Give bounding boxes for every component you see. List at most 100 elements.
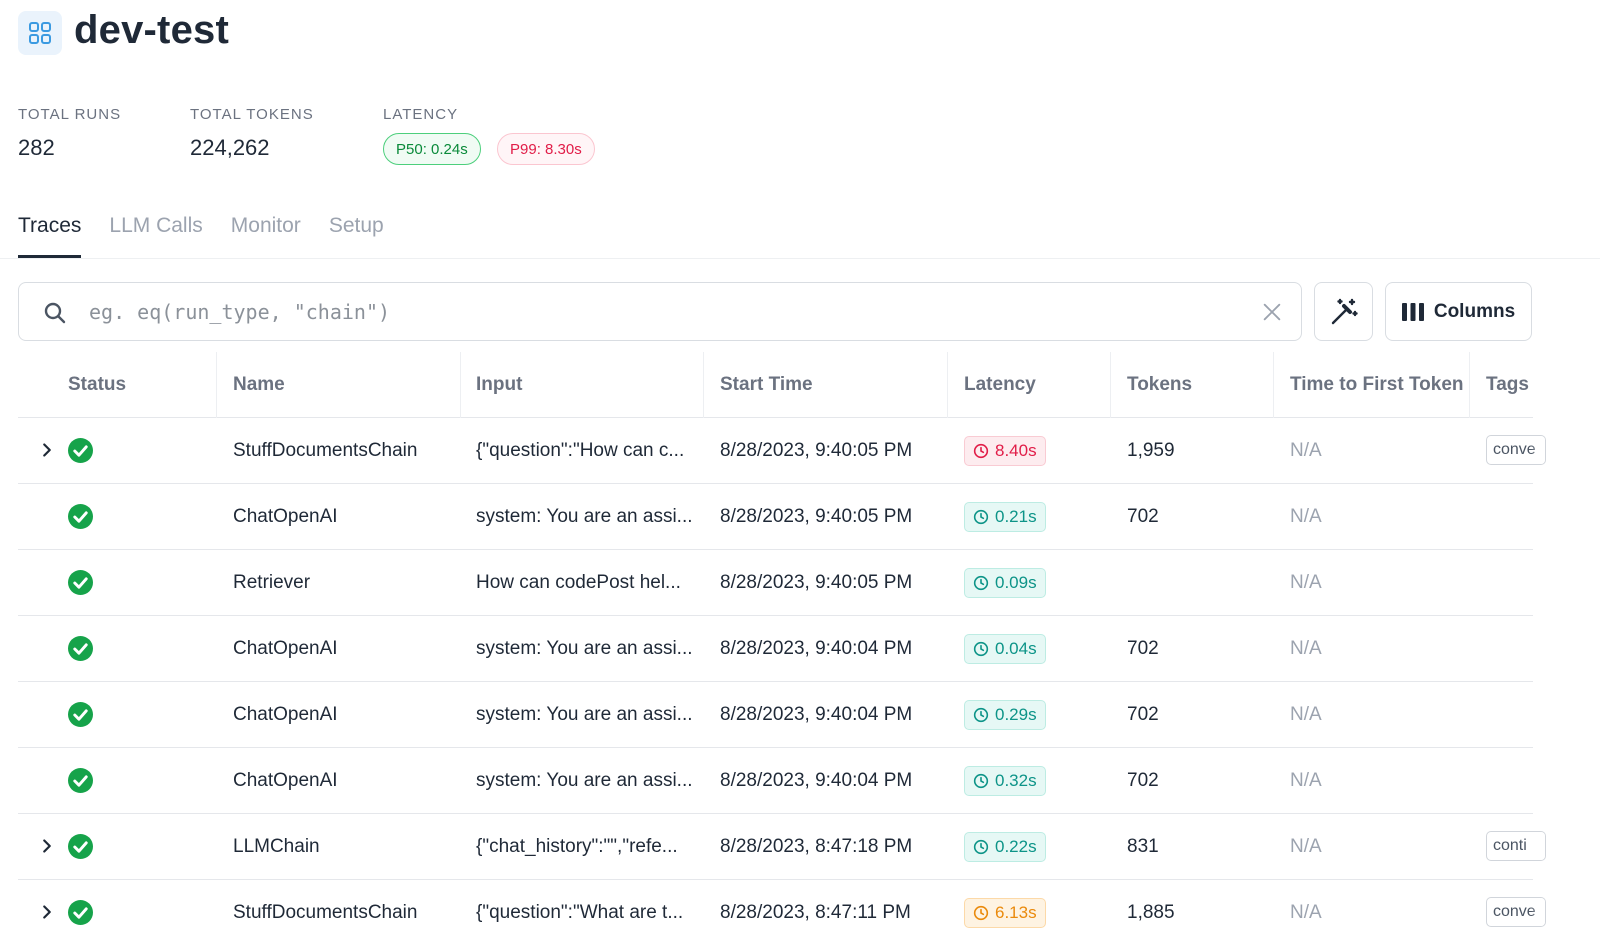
tab-bar: Traces LLM Calls Monitor Setup xyxy=(18,214,384,258)
p50-latency-badge: P50: 0.24s xyxy=(383,133,481,165)
clock-icon xyxy=(973,443,989,459)
table-row[interactable]: Retriever How can codePost hel... 8/28/202… xyxy=(18,550,1533,616)
success-check-icon xyxy=(68,570,93,595)
column-header-tags[interactable]: Tags xyxy=(1486,352,1529,418)
search-icon xyxy=(44,302,66,324)
row-time-to-first-token: N/A xyxy=(1290,439,1322,461)
row-time-to-first-token: N/A xyxy=(1290,769,1322,791)
column-header-latency[interactable]: Latency xyxy=(964,352,1036,418)
row-input: system: You are an assi... xyxy=(476,703,693,725)
row-name[interactable]: LLMChain xyxy=(233,814,320,879)
row-input: {"question":"What are t... xyxy=(476,901,684,923)
search-box xyxy=(18,282,1302,341)
row-tokens: 702 xyxy=(1127,769,1159,791)
column-header-start-time[interactable]: Start Time xyxy=(720,352,813,418)
column-header-status[interactable]: Status xyxy=(68,352,126,418)
column-header-tokens[interactable]: Tokens xyxy=(1127,352,1192,418)
column-header-name[interactable]: Name xyxy=(233,352,285,418)
traces-table: Status Name Input Start Time Latency Tok… xyxy=(18,352,1546,930)
row-input: system: You are an assi... xyxy=(476,505,693,527)
row-time-to-first-token: N/A xyxy=(1290,505,1322,527)
latency-value: 0.21s xyxy=(995,506,1037,526)
row-latency: 6.13s xyxy=(964,880,1046,930)
row-time-to-first-token: N/A xyxy=(1290,637,1322,659)
column-divider xyxy=(216,352,217,418)
search-input[interactable] xyxy=(89,293,1249,331)
table-row[interactable]: ChatOpenAI system: You are an assi... 8/28… xyxy=(18,748,1533,814)
row-tokens: 1,885 xyxy=(1127,901,1175,923)
tag-chip[interactable]: conve xyxy=(1486,897,1546,927)
tab-llm-calls[interactable]: LLM Calls xyxy=(109,214,202,258)
columns-icon xyxy=(1401,302,1424,321)
row-latency: 0.04s xyxy=(964,616,1046,681)
row-name[interactable]: ChatOpenAI xyxy=(233,682,338,747)
table-row[interactable]: ChatOpenAI system: You are an assi... 8/28… xyxy=(18,484,1533,550)
row-start-time: 8/28/2023, 9:40:05 PM xyxy=(720,505,913,527)
success-check-icon xyxy=(68,504,93,529)
success-check-icon xyxy=(68,900,93,925)
latency-badge: 0.04s xyxy=(964,633,1046,664)
row-input: {"chat_history":"","refe... xyxy=(476,835,678,857)
tabs-divider xyxy=(0,258,1600,259)
row-latency: 0.32s xyxy=(964,748,1046,813)
tag-chip[interactable]: conve xyxy=(1486,435,1546,465)
row-latency: 0.21s xyxy=(964,484,1046,549)
clock-icon xyxy=(973,905,989,921)
columns-label: Columns xyxy=(1433,300,1516,322)
tab-traces[interactable]: Traces xyxy=(18,214,82,258)
chevron-right-icon[interactable] xyxy=(36,439,58,461)
magic-wand-icon xyxy=(1331,298,1358,324)
latency-value: 0.04s xyxy=(995,638,1037,658)
success-check-icon xyxy=(68,636,93,661)
total-tokens-value: 224,262 xyxy=(190,135,270,160)
columns-button[interactable]: Columns xyxy=(1385,282,1532,341)
tab-setup[interactable]: Setup xyxy=(329,214,384,258)
row-name[interactable]: ChatOpenAI xyxy=(233,484,338,549)
row-tokens: 702 xyxy=(1127,505,1159,527)
clock-icon xyxy=(973,773,989,789)
table-row[interactable]: StuffDocumentsChain {"question":"How can … xyxy=(18,418,1546,484)
latency-value: 0.22s xyxy=(995,836,1037,856)
total-runs-label: TOTAL RUNS xyxy=(18,106,122,123)
row-input: How can codePost hel... xyxy=(476,571,681,593)
row-latency: 8.40s xyxy=(964,418,1046,483)
total-runs-value: 282 xyxy=(18,135,55,160)
row-name[interactable]: StuffDocumentsChain xyxy=(233,880,417,930)
column-header-time-to-first-token[interactable]: Time to First Token xyxy=(1290,352,1464,418)
row-name[interactable]: Retriever xyxy=(233,550,310,615)
latency-label: LATENCY xyxy=(383,106,459,123)
latency-badge: 0.21s xyxy=(964,501,1046,532)
latency-value: 8.40s xyxy=(995,440,1037,460)
table-row[interactable]: LLMChain {"chat_history":"","refe... 8/28/… xyxy=(18,814,1546,880)
column-header-input[interactable]: Input xyxy=(476,352,522,418)
ai-query-button[interactable] xyxy=(1314,282,1373,341)
column-divider xyxy=(1469,352,1470,418)
table-row[interactable]: StuffDocumentsChain {"question":"What are… xyxy=(18,880,1546,930)
row-name[interactable]: StuffDocumentsChain xyxy=(233,418,417,483)
row-start-time: 8/28/2023, 9:40:04 PM xyxy=(720,769,913,791)
latency-badge: 0.22s xyxy=(964,831,1046,862)
row-time-to-first-token: N/A xyxy=(1290,901,1322,923)
row-name[interactable]: ChatOpenAI xyxy=(233,616,338,681)
success-check-icon xyxy=(68,702,93,727)
row-time-to-first-token: N/A xyxy=(1290,703,1322,725)
latency-value: 6.13s xyxy=(995,902,1037,922)
row-tokens: 702 xyxy=(1127,703,1159,725)
chevron-right-icon[interactable] xyxy=(36,901,58,923)
clock-icon xyxy=(973,707,989,723)
tab-monitor[interactable]: Monitor xyxy=(231,214,301,258)
column-divider xyxy=(460,352,461,418)
clear-icon[interactable] xyxy=(1261,301,1283,323)
row-time-to-first-token: N/A xyxy=(1290,835,1322,857)
p99-latency-badge: P99: 8.30s xyxy=(497,133,595,165)
clock-icon xyxy=(973,839,989,855)
total-tokens-label: TOTAL TOKENS xyxy=(190,106,314,123)
row-tokens: 831 xyxy=(1127,835,1159,857)
table-row[interactable]: ChatOpenAI system: You are an assi... 8/28… xyxy=(18,682,1533,748)
latency-badge: 0.29s xyxy=(964,699,1046,730)
table-row[interactable]: ChatOpenAI system: You are an assi... 8/28… xyxy=(18,616,1533,682)
chevron-right-icon[interactable] xyxy=(36,835,58,857)
clock-icon xyxy=(973,641,989,657)
row-name[interactable]: ChatOpenAI xyxy=(233,748,338,813)
tag-chip[interactable]: conti xyxy=(1486,831,1546,861)
